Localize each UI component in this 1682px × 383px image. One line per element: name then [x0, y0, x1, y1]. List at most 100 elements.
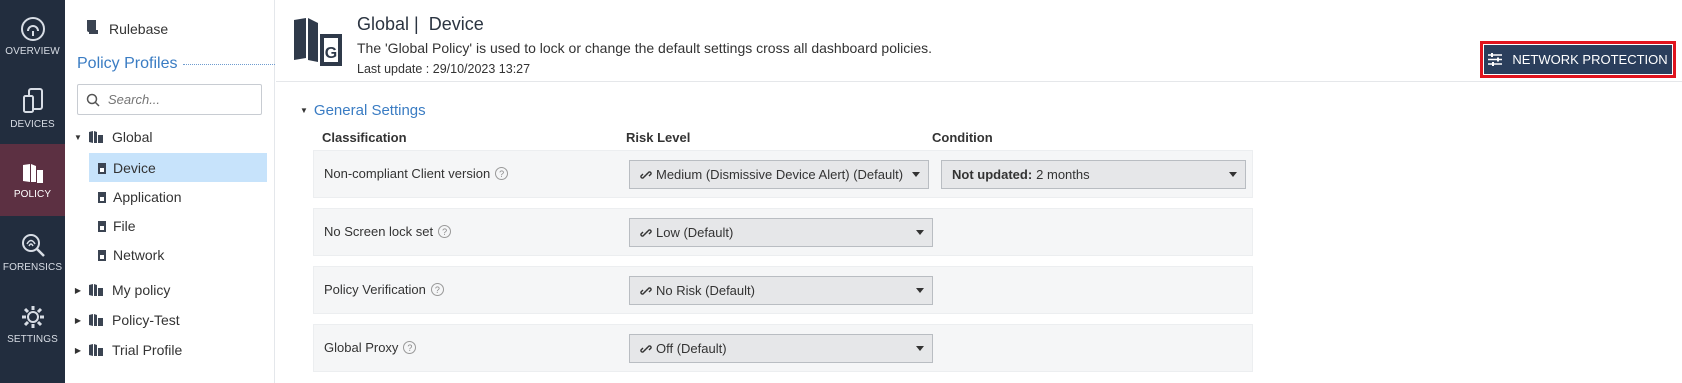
row-label: Global Proxy ?	[324, 340, 417, 355]
nav-overview-label: OVERVIEW	[5, 45, 60, 57]
nav-settings[interactable]: SETTINGS	[0, 288, 65, 360]
search-input[interactable]	[108, 92, 248, 107]
chevron-down-icon	[916, 288, 924, 293]
nav-forensics-label: FORENSICS	[2, 261, 63, 273]
page-header: G Global | Device The 'Global Policy' is…	[276, 8, 1682, 82]
risk-level-dropdown[interactable]: No Risk (Default)	[629, 276, 933, 305]
link-icon	[640, 227, 652, 239]
policy-book-icon	[88, 130, 104, 144]
policy-book-icon	[88, 283, 104, 297]
column-header-classification: Classification	[322, 130, 407, 145]
devices-icon	[22, 87, 43, 113]
row-label-text: No Screen lock set	[324, 224, 434, 239]
column-header-risk-level: Risk Level	[626, 130, 691, 145]
general-settings-title: General Settings	[313, 102, 426, 119]
tree-search-box[interactable]	[77, 84, 262, 115]
risk-level-value: Medium (Dismissive Device Alert) (Defaul…	[656, 167, 904, 182]
page-description: The 'Global Policy' is used to lock or c…	[357, 40, 932, 56]
general-settings-toggle[interactable]: ▼ General Settings	[300, 102, 426, 119]
file-icon	[97, 220, 107, 233]
row-label: Policy Verification ?	[324, 282, 444, 297]
policy-book-icon	[88, 343, 104, 357]
risk-level-value: Low (Default)	[656, 225, 734, 240]
row-label: Non-compliant Client version ?	[324, 166, 509, 181]
column-header-condition: Condition	[932, 130, 993, 145]
help-icon[interactable]: ?	[438, 225, 452, 238]
app: OVERVIEW DEVICES POLICY FORENSICS SETTIN…	[0, 0, 1682, 383]
fingerprint-search-icon	[21, 233, 45, 257]
link-icon	[640, 169, 652, 181]
row-label-text: Non-compliant Client version	[324, 166, 491, 181]
tree-item-device[interactable]: Device	[97, 154, 156, 182]
nav-overview[interactable]: OVERVIEW	[0, 0, 65, 72]
nav-policy[interactable]: POLICY	[0, 144, 65, 216]
caret-right-icon: ▶	[74, 345, 82, 355]
caret-down-icon: ▼	[74, 132, 82, 142]
sliders-icon	[1488, 53, 1503, 66]
network-protection-button[interactable]: NETWORK PROTECTION	[1484, 45, 1672, 74]
row-label-text: Global Proxy	[324, 340, 399, 355]
caret-down-icon: ▼	[300, 106, 308, 115]
link-icon	[640, 285, 652, 297]
page-title: Global | Device	[357, 14, 484, 35]
last-update: Last update : 29/10/2023 13:27	[357, 62, 531, 76]
tree-item-label: Network	[113, 247, 165, 263]
nav-policy-label: POLICY	[13, 188, 52, 200]
risk-level-dropdown[interactable]: Off (Default)	[629, 334, 933, 363]
global-policy-logo: G	[290, 14, 346, 73]
page-title-name: Device	[428, 14, 484, 34]
rulebase-icon	[85, 19, 99, 38]
policy-profiles-title: Policy Profiles	[77, 55, 178, 72]
gauge-icon	[20, 16, 45, 41]
rulebase-label: Rulebase	[109, 20, 169, 37]
nav-settings-label: SETTINGS	[7, 333, 58, 345]
search-icon	[86, 93, 100, 107]
caret-right-icon: ▶	[74, 315, 82, 325]
tree-item-file[interactable]: File	[97, 212, 136, 240]
risk-level-value: No Risk (Default)	[656, 283, 755, 298]
nav-devices[interactable]: DEVICES	[0, 72, 65, 144]
help-icon[interactable]: ?	[495, 167, 509, 180]
file-icon	[97, 249, 107, 262]
condition-value: 2 months	[1036, 167, 1090, 182]
gear-icon	[21, 305, 44, 328]
settings-row: Global Proxy ? Off (Default)	[313, 324, 1253, 372]
tree-node-label: Trial Profile	[112, 342, 183, 358]
svg-text:G: G	[325, 45, 337, 62]
chevron-down-icon	[916, 346, 924, 351]
policy-book-icon	[22, 163, 43, 183]
risk-level-dropdown[interactable]: Low (Default)	[629, 218, 933, 247]
file-icon	[97, 162, 107, 175]
risk-level-value: Off (Default)	[656, 341, 727, 356]
settings-row: Non-compliant Client version ? Medium (D…	[313, 150, 1253, 198]
tree-item-label: Application	[113, 189, 182, 205]
chevron-down-icon	[1229, 172, 1237, 177]
tree-item-network[interactable]: Network	[97, 241, 164, 269]
help-icon[interactable]: ?	[430, 283, 444, 296]
condition-dropdown[interactable]: Not updated: 2 months	[941, 160, 1246, 189]
help-icon[interactable]: ?	[403, 341, 417, 354]
nav-devices-label: DEVICES	[10, 118, 55, 130]
rulebase-link[interactable]: Rulebase	[85, 19, 168, 38]
network-protection-label: NETWORK PROTECTION	[1512, 52, 1668, 67]
caret-right-icon: ▶	[74, 285, 82, 295]
tree-node-trial-profile[interactable]: ▶ Trial Profile	[72, 336, 182, 364]
tree-item-application[interactable]: Application	[97, 183, 182, 211]
chevron-down-icon	[916, 230, 924, 235]
tree-node-global[interactable]: ▼ Global	[72, 123, 152, 151]
condition-key: Not updated:	[952, 167, 1033, 182]
link-icon	[640, 343, 652, 355]
tree-node-label: Policy-Test	[112, 312, 180, 328]
left-nav-rail: OVERVIEW DEVICES POLICY FORENSICS SETTIN…	[0, 0, 65, 383]
tree-node-label: My policy	[112, 282, 171, 298]
row-label: No Screen lock set ?	[324, 224, 452, 239]
risk-level-dropdown[interactable]: Medium (Dismissive Device Alert) (Defaul…	[629, 160, 929, 189]
nav-forensics[interactable]: FORENSICS	[0, 216, 65, 288]
chevron-down-icon	[912, 172, 920, 177]
tree-node-my-policy[interactable]: ▶ My policy	[72, 276, 170, 304]
tree-node-policy-test[interactable]: ▶ Policy-Test	[72, 306, 180, 334]
page-title-prefix: Global |	[357, 14, 419, 34]
policy-tree-panel: Rulebase Policy Profiles + ▼ Global Devi…	[65, 0, 322, 383]
file-icon	[97, 191, 107, 204]
settings-row: No Screen lock set ? Low (Default)	[313, 208, 1253, 256]
